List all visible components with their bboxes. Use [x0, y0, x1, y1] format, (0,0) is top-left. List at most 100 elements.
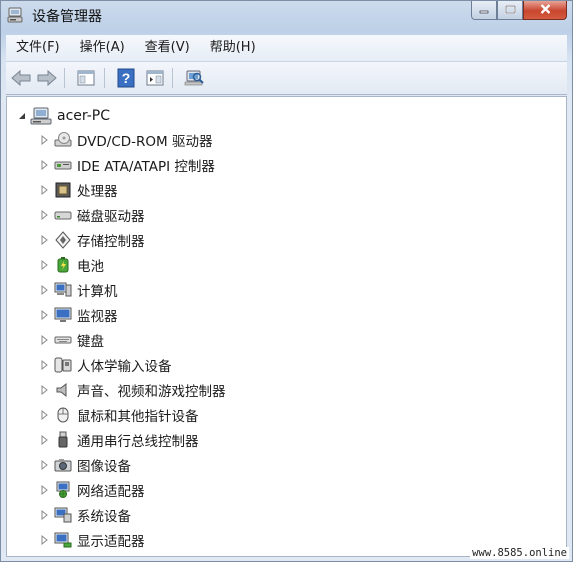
tree-category-label: 键盘 — [77, 334, 104, 350]
tree-category-label: 系统设备 — [77, 509, 131, 525]
tree-category-label: 磁盘驱动器 — [77, 209, 145, 225]
toolbar-separator — [104, 68, 105, 88]
collapsed-arrow-icon[interactable] — [40, 310, 49, 320]
collapsed-arrow-icon[interactable] — [40, 285, 49, 295]
device-tree[interactable]: acer-PC DVD/CD-ROM 驱动器 IDE ATA/ATAPI 控制器处… — [6, 96, 567, 557]
collapsed-arrow-icon[interactable] — [40, 485, 49, 495]
tree-category-label: 存储控制器 — [77, 234, 145, 250]
tree-category-label: 人体学输入设备 — [77, 359, 172, 375]
keyboard-icon — [54, 331, 72, 349]
collapsed-arrow-icon[interactable] — [40, 460, 49, 470]
minimize-icon — [479, 4, 489, 17]
tree-category-node[interactable]: DVD/CD-ROM 驱动器 — [40, 129, 212, 151]
disk-drive-icon — [54, 206, 72, 224]
hid-icon — [54, 356, 72, 374]
computer-icon — [30, 107, 52, 125]
tree-category-label: 计算机 — [77, 284, 118, 300]
window-controls — [471, 1, 567, 21]
storage-controller-icon — [54, 231, 72, 249]
tree-category-node[interactable]: 网络适配器 — [40, 479, 145, 501]
tree-category-node[interactable]: 系统设备 — [40, 504, 131, 526]
forward-arrow-icon[interactable] — [36, 68, 57, 88]
tree-category-label: 声音、视频和游戏控制器 — [77, 384, 226, 400]
tree-category-label: IDE ATA/ATAPI 控制器 — [77, 159, 215, 175]
menu-bar: 文件(F) 操作(A) 查看(V) 帮助(H) — [6, 35, 567, 62]
monitor-icon — [54, 306, 72, 324]
computer-icon — [54, 281, 72, 299]
minimize-button[interactable] — [471, 1, 497, 20]
collapsed-arrow-icon[interactable] — [40, 535, 49, 545]
expanded-arrow-icon[interactable] — [17, 111, 26, 121]
maximize-icon — [504, 4, 516, 17]
tree-category-label: 监视器 — [77, 309, 118, 325]
watermark-text: www.8585.online — [470, 547, 569, 559]
speaker-icon — [54, 381, 72, 399]
tree-category-node[interactable]: 人体学输入设备 — [40, 354, 172, 376]
tree-category-label: 电池 — [77, 259, 104, 275]
scan-hardware-icon[interactable] — [183, 68, 204, 88]
window-title: 设备管理器 — [32, 9, 102, 25]
svg-text:?: ? — [122, 70, 131, 86]
tree-category-node[interactable]: 磁盘驱动器 — [40, 204, 145, 226]
collapsed-arrow-icon[interactable] — [40, 235, 49, 245]
close-button[interactable] — [523, 1, 567, 20]
system-device-icon — [54, 506, 72, 524]
collapsed-arrow-icon[interactable] — [40, 135, 49, 145]
tree-category-label: DVD/CD-ROM 驱动器 — [77, 134, 213, 150]
tree-category-node[interactable]: 计算机 — [40, 279, 118, 301]
menu-view[interactable]: 查看(V) — [135, 35, 200, 61]
tree-category-node[interactable]: 显示适配器 — [40, 529, 145, 551]
device-manager-window: 设备管理器 文件(F) 操作(A) 查看(V) 帮助(H) ? acer-PC … — [0, 0, 573, 562]
battery-icon — [54, 256, 72, 274]
menu-action[interactable]: 操作(A) — [70, 35, 135, 61]
menu-help[interactable]: 帮助(H) — [200, 35, 266, 61]
tree-category-label: 通用串行总线控制器 — [77, 434, 199, 450]
collapsed-arrow-icon[interactable] — [40, 160, 49, 170]
collapsed-arrow-icon[interactable] — [40, 410, 49, 420]
processor-icon — [54, 181, 72, 199]
properties-icon[interactable] — [145, 68, 165, 88]
tree-category-node[interactable]: 键盘 — [40, 329, 104, 351]
tree-category-label: 网络适配器 — [77, 484, 145, 500]
display-adapter-icon — [54, 531, 72, 549]
collapsed-arrow-icon[interactable] — [40, 185, 49, 195]
usb-icon — [54, 431, 72, 449]
tree-category-node[interactable]: 存储控制器 — [40, 229, 145, 251]
collapsed-arrow-icon[interactable] — [40, 335, 49, 345]
menu-file[interactable]: 文件(F) — [6, 35, 70, 61]
device-manager-icon — [7, 6, 25, 24]
tree-category-label: 处理器 — [77, 184, 118, 200]
tree-category-node[interactable]: 处理器 — [40, 179, 118, 201]
close-icon — [540, 3, 551, 18]
toolbar-separator — [64, 68, 65, 88]
tree-category-label: 图像设备 — [77, 459, 131, 475]
ide-controller-icon — [54, 156, 72, 174]
tree-category-node[interactable]: 电池 — [40, 254, 104, 276]
tree-category-node[interactable]: 监视器 — [40, 304, 118, 326]
maximize-button[interactable] — [497, 1, 523, 20]
collapsed-arrow-icon[interactable] — [40, 260, 49, 270]
tree-category-node[interactable]: 图像设备 — [40, 454, 131, 476]
dvd-drive-icon — [54, 131, 72, 149]
collapsed-arrow-icon[interactable] — [40, 510, 49, 520]
tree-category-node[interactable]: IDE ATA/ATAPI 控制器 — [40, 154, 215, 176]
camera-icon — [54, 456, 72, 474]
collapsed-arrow-icon[interactable] — [40, 385, 49, 395]
tree-category-node[interactable]: 声音、视频和游戏控制器 — [40, 379, 226, 401]
toolbar-separator — [172, 68, 173, 88]
tree-category-node[interactable]: 鼠标和其他指针设备 — [40, 404, 199, 426]
help-icon[interactable]: ? — [116, 68, 136, 88]
tree-category-label: 鼠标和其他指针设备 — [77, 409, 199, 425]
tree-category-node[interactable]: 通用串行总线控制器 — [40, 429, 199, 451]
mouse-icon — [54, 406, 72, 424]
back-arrow-icon[interactable] — [10, 68, 31, 88]
collapsed-arrow-icon[interactable] — [40, 210, 49, 220]
title-bar[interactable]: 设备管理器 — [1, 1, 572, 31]
show-hide-console-tree-icon[interactable] — [76, 68, 96, 88]
tree-root-node[interactable]: acer-PC — [17, 105, 110, 127]
tree-root-label: acer-PC — [57, 108, 111, 124]
tree-category-label: 显示适配器 — [77, 534, 145, 550]
toolbar: ? — [6, 62, 567, 95]
collapsed-arrow-icon[interactable] — [40, 435, 49, 445]
collapsed-arrow-icon[interactable] — [40, 360, 49, 370]
